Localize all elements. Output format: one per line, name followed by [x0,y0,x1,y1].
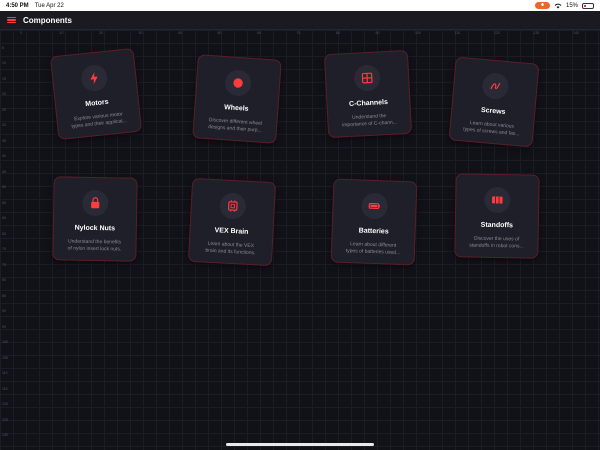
grid-icon [361,72,373,84]
circle-icon [233,78,243,88]
card-title: Wheels [223,104,249,113]
card-description: Learn about different types of batteries … [345,241,401,256]
card-title: Standoffs [480,221,514,230]
ruler-tick: 105 [2,355,8,360]
batteries-icon-circle [361,192,389,220]
screws-icon-circle [481,71,510,101]
ruler-tick: 100 [2,340,8,344]
ruler-tick: 115 [2,386,8,391]
ruler-tick: 55 [2,200,6,205]
ruler-tick: 40 [178,31,182,35]
ruler-tick: 130 [533,31,540,35]
status-bar: 4:50 PM Tue Apr 22 15% [0,0,600,11]
mic-icon [540,2,544,7]
ruler-tick: 70 [2,247,6,251]
ruler-left: 5 10 15 20 25 30 35 40 45 50 55 60 65 70 75 80 85 90 95 100… [0,30,10,450]
card-description: Discover different wheel designs and thei… [207,117,263,134]
card-description: Discover the uses of standoffs in robot c… [469,235,524,249]
wheels-icon-circle [224,69,252,97]
columns-icon [491,196,503,204]
menu-icon[interactable] [7,16,16,24]
card-title: Nylock Nuts [74,224,116,233]
app-header: Components [0,11,600,30]
nylock-icon-circle [82,189,109,217]
card-description: Learn about the VEX brain and its functio… [205,240,256,256]
ruler-tick: 35 [2,138,6,143]
ruler-tick: 65 [2,231,6,236]
ruler-tick: 100 [415,31,421,35]
page-title: Components [23,15,72,25]
ruler-tick: 10 [2,61,6,65]
card-wheels[interactable]: Wheels Discover different wheel designs a… [192,54,282,144]
ruler-tick: 80 [2,278,6,282]
recording-pill [534,2,550,9]
ruler-tick: 20 [99,31,103,35]
ruler-tick: 140 [573,31,579,35]
ruler-tick: 5 [2,45,4,50]
card-motors[interactable]: Motors Explore various motor types and th… [49,47,143,141]
ruler-tick: 40 [2,154,6,158]
screw-icon [490,82,501,90]
ruler-tick: 70 [296,31,301,35]
ruler-tick: 120 [2,402,8,406]
wifi-icon [554,3,562,8]
standoffs-icon-circle [484,186,511,214]
ruler-tick: 110 [454,31,461,35]
ruler-tick: 10 [59,31,64,35]
c-channels-icon-circle [353,64,381,92]
ruler-tick: 80 [336,31,340,35]
chip-icon [228,200,238,212]
ruler-tick: 20 [2,92,6,96]
status-time: 4:50 PM [6,2,29,9]
lock-icon [91,197,100,209]
ruler-tick: 50 [2,185,6,189]
ruler-tick: 95 [2,324,6,329]
battery-icon [368,202,380,210]
ruler-tick: 30 [2,123,6,127]
card-vex-brain[interactable]: VEX Brain Learn about the VEX brain and i… [187,177,277,267]
card-title: Motors [85,98,109,109]
ruler-tick: 110 [2,371,8,375]
status-date: Tue Apr 22 [34,2,64,9]
ruler-tick: 60 [2,216,6,220]
card-nylock-nuts[interactable]: Nylock Nuts Understand the benefits of ny… [52,176,138,262]
components-canvas[interactable]: 0 10 20 30 40 50 60 70 80 90 100 110 120 130 140 5 10 15… [0,30,600,450]
ruler-tick: 75 [2,262,6,267]
status-right: 15% [534,2,594,9]
ruler-tick: 30 [138,31,143,35]
ruler-tick: 60 [257,31,261,35]
battery-icon [582,2,594,9]
ruler-tick: 85 [2,293,6,298]
ruler-tick: 50 [217,31,222,35]
card-description: Understand the importance of C-chann... [342,113,398,128]
card-description: Explore various motor types and their app… [71,111,128,130]
card-title: VEX Brain [214,227,249,236]
card-batteries[interactable]: Batteries Learn about different types of … [330,178,418,266]
ruler-tick: 15 [2,76,6,81]
ruler-tick: 130 [2,433,8,437]
ruler-tick: 90 [2,309,6,313]
motors-icon-circle [80,63,109,93]
ruler-tick: 125 [2,417,8,422]
ruler-top: 0 10 20 30 40 50 60 70 80 90 100 110 120 130 140 [0,30,600,38]
card-title: C-Channels [348,98,389,109]
vex-brain-icon-circle [219,192,247,220]
card-c-channels[interactable]: C-Channels Understand the importance of C… [323,49,413,139]
lightning-icon [90,72,98,85]
home-indicator[interactable] [226,443,374,446]
card-screws[interactable]: Screws Learn about various types of screw… [448,56,540,148]
card-title: Screws [480,106,506,117]
ruler-tick: 25 [2,107,6,112]
card-title: Batteries [358,227,389,236]
ruler-tick: 45 [2,169,6,174]
ruler-tick: 0 [20,31,22,35]
card-description: Understand the benefits of nylon insert l… [67,238,122,252]
ruler-tick: 120 [494,31,500,35]
card-description: Learn about various types of screws and f… [463,119,520,137]
battery-percent: 15% [565,2,578,9]
ruler-tick: 90 [375,31,380,35]
card-standoffs[interactable]: Standoffs Discover the uses of standoffs … [454,173,540,259]
